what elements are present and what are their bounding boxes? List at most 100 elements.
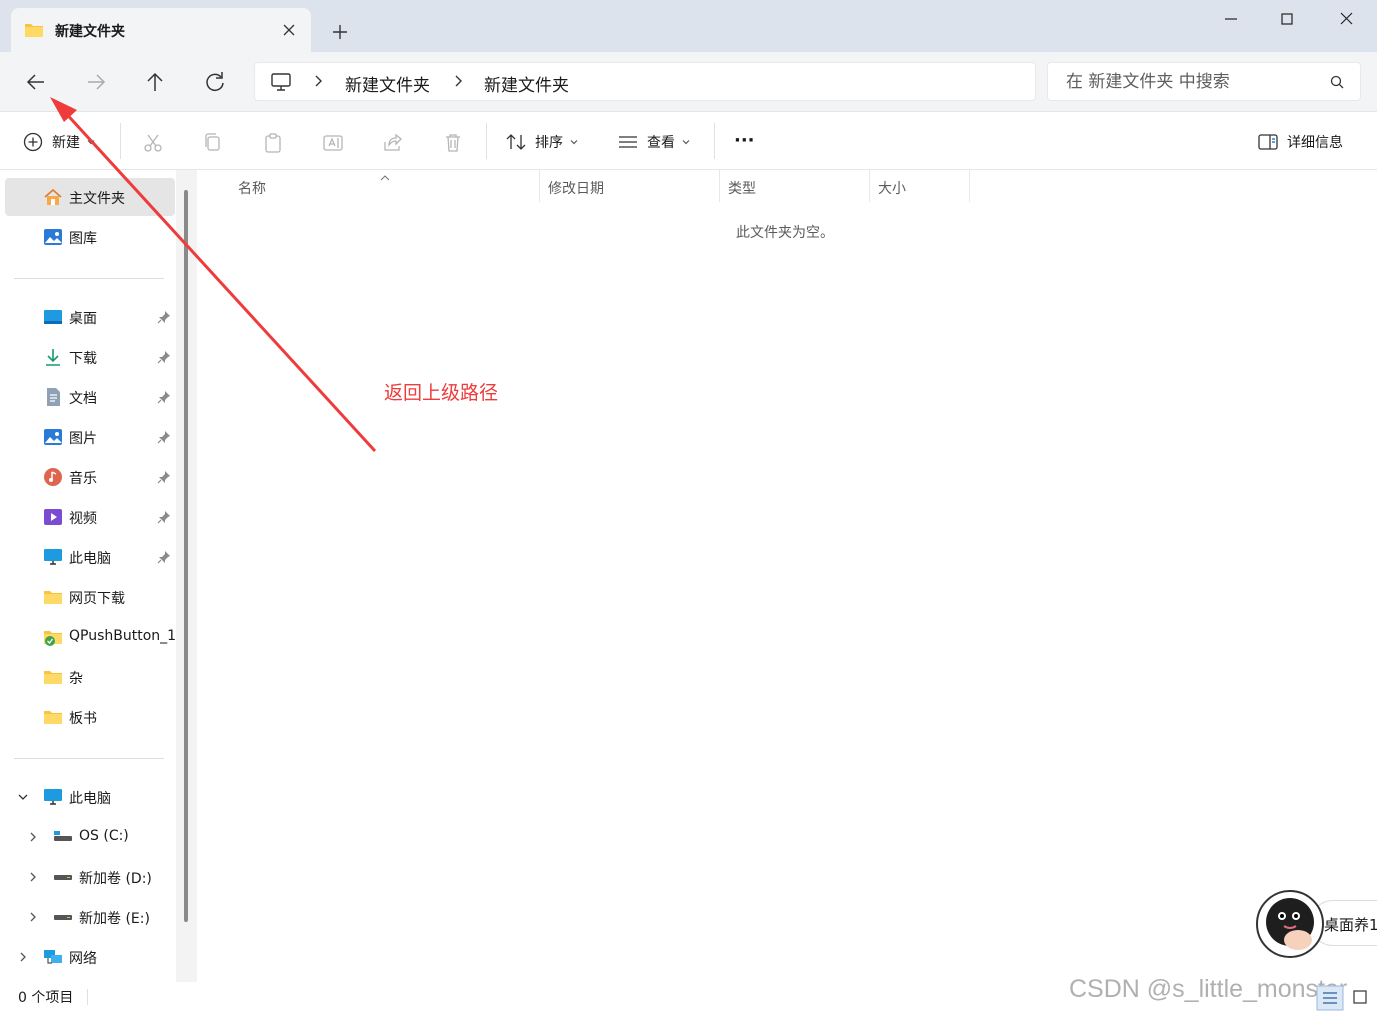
annotation-label: 返回上级路径 (384, 382, 499, 404)
search-box[interactable] (1047, 62, 1361, 101)
sidebar-scrollbar-thumb[interactable] (184, 190, 188, 922)
column-header-size[interactable]: 大小 (870, 170, 970, 202)
sidebar-item-misc[interactable]: 杂 (5, 658, 175, 696)
back-button[interactable] (20, 66, 52, 98)
sort-button[interactable]: 排序 (505, 129, 579, 155)
sidebar-item-label: 视频 (69, 511, 97, 527)
chevron-right-icon[interactable] (27, 831, 39, 843)
sort-label: 排序 (535, 135, 563, 151)
close-icon[interactable] (277, 18, 301, 42)
address-bar[interactable]: 新建文件夹 新建文件夹 (254, 62, 1036, 101)
breadcrumb-item[interactable]: 新建文件夹 (345, 71, 430, 96)
sidebar-item-web-downloads[interactable]: 网页下载 (5, 578, 175, 616)
sidebar-item-this-pc-quick[interactable]: 此电脑 (5, 538, 175, 576)
drive-icon (53, 907, 73, 927)
avatar[interactable] (1256, 890, 1324, 958)
sidebar-item-label: 桌面 (69, 311, 97, 327)
sidebar-item-desktop[interactable]: 桌面 (5, 298, 175, 336)
pin-icon[interactable] (157, 470, 171, 484)
sidebar-item-qpushbutton[interactable]: QPushButton_1 (5, 618, 175, 656)
computer-icon[interactable] (270, 71, 292, 97)
pin-icon[interactable] (157, 350, 171, 364)
chevron-right-icon[interactable] (453, 74, 463, 92)
view-mode-buttons[interactable] (1316, 982, 1372, 1012)
chevron-down-icon (87, 140, 95, 145)
up-button[interactable] (139, 66, 171, 98)
tab-new-folder[interactable]: 新建文件夹 (11, 8, 311, 52)
view-button[interactable]: 查看 (617, 129, 691, 155)
sidebar-item-board-notes[interactable]: 板书 (5, 698, 175, 736)
forward-button[interactable] (80, 66, 112, 98)
tiles-view-icon (1353, 990, 1367, 1004)
file-list: 名称 修改日期 类型 大小 此文件夹为空。 (197, 170, 1377, 982)
rename-icon[interactable] (321, 131, 345, 155)
sidebar-item-label: 下载 (69, 351, 97, 367)
title-bar: 新建文件夹 (0, 0, 1377, 52)
sidebar-item-videos[interactable]: 视频 (5, 498, 175, 536)
sidebar-item-drive-c[interactable]: OS (C:) (5, 818, 175, 856)
view-icon (619, 136, 637, 148)
sidebar-item-gallery[interactable]: 图库 (5, 218, 175, 256)
chevron-right-icon[interactable] (27, 911, 39, 923)
sidebar-item-pictures[interactable]: 图片 (5, 418, 175, 456)
folder-sync-icon (43, 627, 63, 647)
search-icon[interactable] (1329, 74, 1345, 94)
close-window-button[interactable] (1323, 4, 1369, 34)
sidebar-item-this-pc[interactable]: 此电脑 (5, 778, 175, 816)
sort-icon (506, 134, 526, 150)
desktop-pet-widget[interactable]: 桌面养1 (1256, 890, 1377, 958)
chevron-right-icon[interactable] (313, 74, 323, 92)
chevron-right-icon[interactable] (27, 871, 39, 883)
paste-icon[interactable] (261, 131, 285, 155)
minimize-button[interactable] (1208, 4, 1254, 34)
folder-icon (43, 707, 63, 727)
copy-icon[interactable] (201, 131, 225, 155)
drive-icon (53, 827, 73, 847)
new-label: 新建 (52, 135, 80, 151)
sidebar-item-label: 新加卷 (E:) (79, 911, 150, 927)
pin-icon[interactable] (157, 430, 171, 444)
more-button[interactable]: ··· (734, 127, 755, 153)
sidebar-item-drive-e[interactable]: 新加卷 (E:) (5, 898, 175, 936)
share-icon[interactable] (381, 131, 405, 155)
drive-icon (53, 867, 73, 887)
new-button[interactable]: 新建 (22, 129, 96, 155)
item-count: 0 个项目 (18, 990, 74, 1006)
search-input[interactable] (1048, 63, 1318, 100)
sidebar-item-label: 音乐 (69, 471, 97, 487)
add-icon (23, 132, 43, 152)
sidebar-item-drive-d[interactable]: 新加卷 (D:) (5, 858, 175, 896)
new-tab-button[interactable] (326, 20, 354, 44)
sidebar-item-network[interactable]: 网络 (5, 938, 175, 976)
cut-icon[interactable] (141, 131, 165, 155)
column-modified-label: 修改日期 (548, 181, 604, 197)
pin-icon[interactable] (157, 510, 171, 524)
pin-icon[interactable] (157, 550, 171, 564)
video-icon (43, 507, 63, 527)
divider (14, 758, 164, 759)
sidebar-item-label: 图库 (69, 231, 97, 247)
delete-icon[interactable] (441, 131, 465, 155)
sidebar-item-downloads[interactable]: 下载 (5, 338, 175, 376)
chevron-down-icon (570, 140, 578, 145)
sidebar-item-label: 此电脑 (69, 791, 111, 807)
home-icon (43, 187, 63, 207)
watermark: CSDN @s_little_monster (1069, 975, 1348, 1003)
column-header-modified[interactable]: 修改日期 (540, 170, 720, 202)
column-header-type[interactable]: 类型 (720, 170, 870, 202)
sidebar-item-label: QPushButton_1 (69, 628, 175, 644)
breadcrumb-item[interactable]: 新建文件夹 (484, 71, 569, 96)
divider (714, 123, 715, 159)
sidebar-item-music[interactable]: 音乐 (5, 458, 175, 496)
chevron-down-icon[interactable] (17, 791, 29, 803)
chevron-right-icon[interactable] (17, 951, 29, 963)
details-button[interactable]: 详细信息 (1257, 129, 1343, 155)
sidebar-item-label: 主文件夹 (69, 191, 125, 207)
view-label: 查看 (647, 135, 675, 151)
sidebar-item-documents[interactable]: 文档 (5, 378, 175, 416)
maximize-button[interactable] (1264, 4, 1310, 34)
pin-icon[interactable] (157, 310, 171, 324)
pin-icon[interactable] (157, 390, 171, 404)
sidebar-item-home[interactable]: 主文件夹 (5, 178, 175, 216)
refresh-button[interactable] (199, 66, 231, 98)
